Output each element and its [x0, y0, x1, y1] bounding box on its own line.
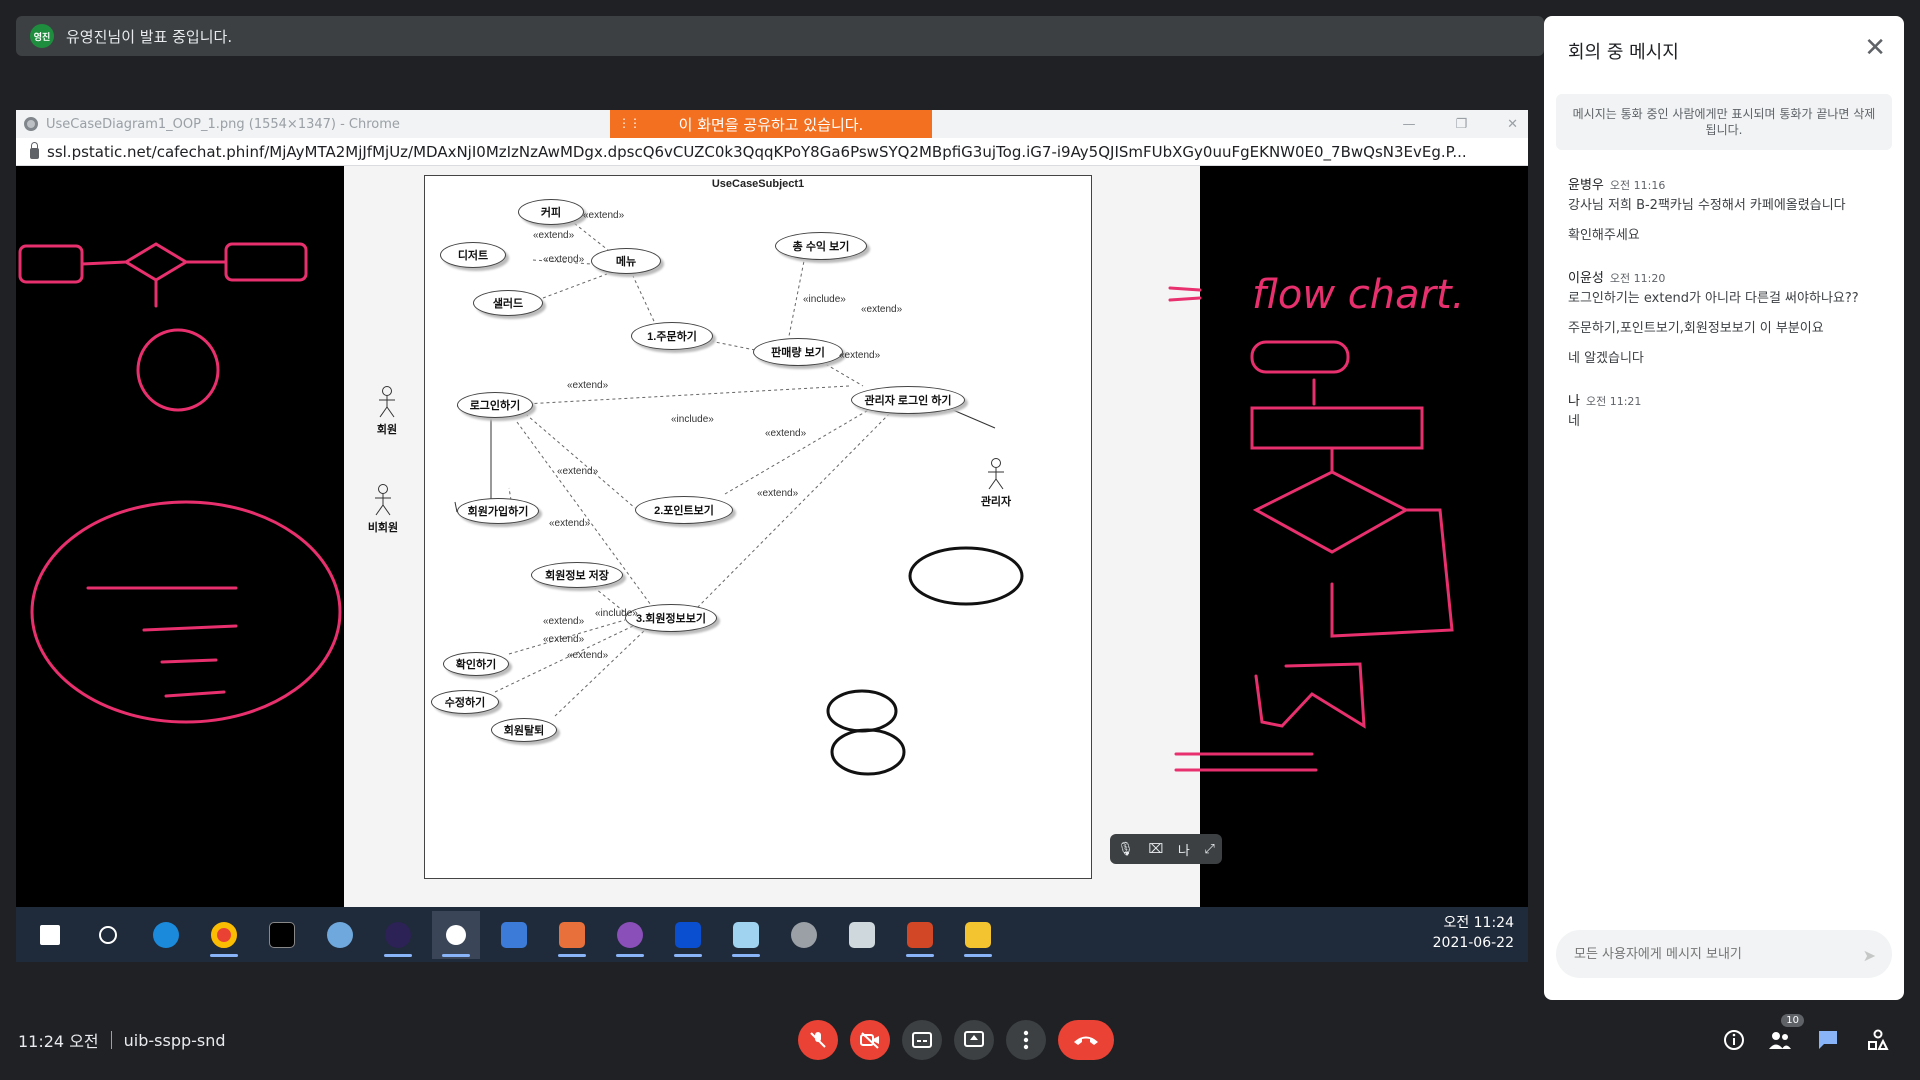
participants-count-badge: 10: [1781, 1014, 1804, 1027]
camera-off-icon[interactable]: ⌧: [1148, 842, 1163, 857]
edge-icon[interactable]: [142, 911, 190, 959]
message-group: 이윤성 오전 11:20 로그인하기는 extend가 아니라 다른걸 써야하나요…: [1568, 267, 1888, 368]
self-view-controls: 🎙 ⌧ 나 ⤢: [1110, 834, 1222, 864]
eclipse-icon[interactable]: [374, 911, 422, 959]
notes-icon[interactable]: [722, 911, 770, 959]
message-time: 오전 11:21: [1585, 395, 1642, 408]
self-label: 나: [1177, 843, 1190, 859]
address-bar[interactable]: ssl.pstatic.net/cafechat.phinf/MjAyMTA2M…: [16, 138, 1528, 166]
settings-gear-icon[interactable]: [780, 911, 828, 959]
captions-icon: [912, 1032, 932, 1048]
chat-panel: 회의 중 메시지 ✕ 메시지는 통화 중인 사람에게만 표시되며 통화가 끝나면…: [1544, 16, 1904, 1000]
taskbar-date: 2021-06-22: [1432, 935, 1514, 951]
drag-handle-icon[interactable]: ⋮⋮: [618, 116, 641, 130]
file-explorer-icon[interactable]: [954, 911, 1002, 959]
url-text[interactable]: ssl.pstatic.net/cafechat.phinf/MjAyMTA2M…: [47, 143, 1517, 161]
terminal-icon[interactable]: [258, 911, 306, 959]
expand-icon[interactable]: ⤢: [1204, 842, 1214, 857]
presenter-avatar: 영진: [30, 24, 54, 48]
github-icon[interactable]: [606, 911, 654, 959]
meeting-details-icon[interactable]: [1720, 1026, 1748, 1054]
message-text: 강사님 저희 B-2팩카님 수정해서 카페에올렸습니다: [1568, 198, 1846, 213]
more-options-button[interactable]: [1006, 1020, 1046, 1060]
activities-button[interactable]: [1864, 1026, 1892, 1054]
webex-icon[interactable]: [664, 911, 712, 959]
message-sender: 윤병우: [1568, 178, 1604, 193]
lock-icon: [30, 142, 39, 159]
search-icon[interactable]: [84, 911, 132, 959]
chat-notice: 메시지는 통화 중인 사람에게만 표시되며 통화가 끝나면 삭제됩니다.: [1556, 94, 1892, 150]
divider: [110, 1031, 112, 1049]
leave-call-button[interactable]: [1058, 1020, 1114, 1060]
message-text: 주문하기,포인트보기,회원정보보기 이 부분이요: [1568, 321, 1824, 336]
meeting-time: 11:24 오전: [18, 1032, 99, 1051]
browser-title: UseCaseDiagram1_OOP_1.png (1554×1347) - …: [46, 116, 400, 132]
info-icon: [1724, 1030, 1744, 1050]
camera-off-icon: [860, 1032, 879, 1049]
chat-message-input[interactable]: [1556, 930, 1892, 978]
close-icon[interactable]: ✕: [1864, 35, 1886, 61]
photo-app-icon[interactable]: [548, 911, 596, 959]
paint-icon[interactable]: [316, 911, 364, 959]
presenter-text: 유영진님이 발표 중입니다.: [66, 27, 233, 46]
present-button[interactable]: [954, 1020, 994, 1060]
message-text: 네 알겠습니다: [1568, 351, 1644, 366]
windows-taskbar: 오전 11:24 2021-06-22: [16, 907, 1528, 962]
message-sender: 이윤성: [1568, 271, 1604, 286]
people-icon: [1769, 1032, 1791, 1049]
share-banner-text: 이 화면을 공유하고 있습니다.: [678, 115, 864, 134]
image-viewer: UseCaseSubject1 커피 디저트 샐러드 메뉴 총 수익 보기 1.…: [16, 166, 1528, 907]
meeting-info: 11:24 오전 uib-sspp-snd: [18, 1028, 226, 1052]
powerpoint-icon[interactable]: [896, 911, 944, 959]
message-text: 로그인하기는 extend가 아니라 다른걸 써야하나요??: [1568, 291, 1859, 306]
present-screen-icon: [964, 1031, 984, 1047]
chat-icon: [1819, 1031, 1837, 1049]
chat-button[interactable]: [1814, 1026, 1842, 1054]
message-list: 윤병우 오전 11:16 강사님 저희 B-2팩카님 수정해서 카페에올렸습니다 …: [1568, 174, 1888, 453]
participants-button[interactable]: 10: [1766, 1014, 1804, 1054]
pen-tool-icon[interactable]: [490, 911, 538, 959]
send-icon[interactable]: ➤: [1863, 946, 1876, 965]
meeting-code: uib-sspp-snd: [123, 1030, 226, 1050]
window-controls: — ❐ ✕: [1402, 110, 1518, 138]
mic-off-icon: [810, 1032, 826, 1048]
message-text: 네: [1568, 414, 1580, 429]
taskbar-time: 오전 11:24: [1443, 915, 1514, 931]
chrome-icon: [24, 117, 38, 131]
message-group: 윤병우 오전 11:16 강사님 저희 B-2팩카님 수정해서 카페에올렸습니다 …: [1568, 174, 1888, 245]
message-time: 오전 11:20: [1609, 272, 1666, 285]
restore-icon[interactable]: ❐: [1455, 117, 1467, 132]
more-vert-icon: [1023, 1030, 1029, 1050]
activities-icon: [1868, 1029, 1889, 1050]
windows-start-icon[interactable]: [26, 911, 74, 959]
message-meta: 나 오전 11:21: [1568, 390, 1888, 409]
shared-screen: UseCaseDiagram1_OOP_1.png (1554×1347) - …: [16, 110, 1528, 962]
mic-toggle-button[interactable]: [798, 1020, 838, 1060]
taskbar-clock[interactable]: 오전 11:24 2021-06-22: [1433, 913, 1514, 953]
app-icon-active[interactable]: [432, 910, 480, 959]
message-meta: 이윤성 오전 11:20: [1568, 267, 1888, 286]
minimize-icon[interactable]: —: [1402, 117, 1415, 132]
message-text: 확인해주세요: [1568, 228, 1640, 243]
presenter-banner: 영진 유영진님이 발표 중입니다.: [16, 16, 1544, 56]
annotation-flowchart: flow chart.: [1252, 272, 1465, 318]
message-time: 오전 11:16: [1609, 179, 1666, 192]
message-meta: 윤병우 오전 11:16: [1568, 174, 1888, 193]
message-sender: 나: [1568, 394, 1580, 409]
files-icon[interactable]: [838, 911, 886, 959]
captions-button[interactable]: [902, 1020, 942, 1060]
share-banner[interactable]: ⋮⋮ 이 화면을 공유하고 있습니다.: [610, 110, 932, 138]
hang-up-icon: [1074, 1036, 1098, 1045]
mic-off-icon[interactable]: 🎙: [1117, 842, 1134, 857]
camera-toggle-button[interactable]: [850, 1020, 890, 1060]
message-group: 나 오전 11:21 네: [1568, 390, 1888, 431]
close-window-icon[interactable]: ✕: [1507, 117, 1518, 132]
chrome-taskbar-icon[interactable]: [200, 911, 248, 959]
chat-title: 회의 중 메시지: [1568, 42, 1679, 63]
